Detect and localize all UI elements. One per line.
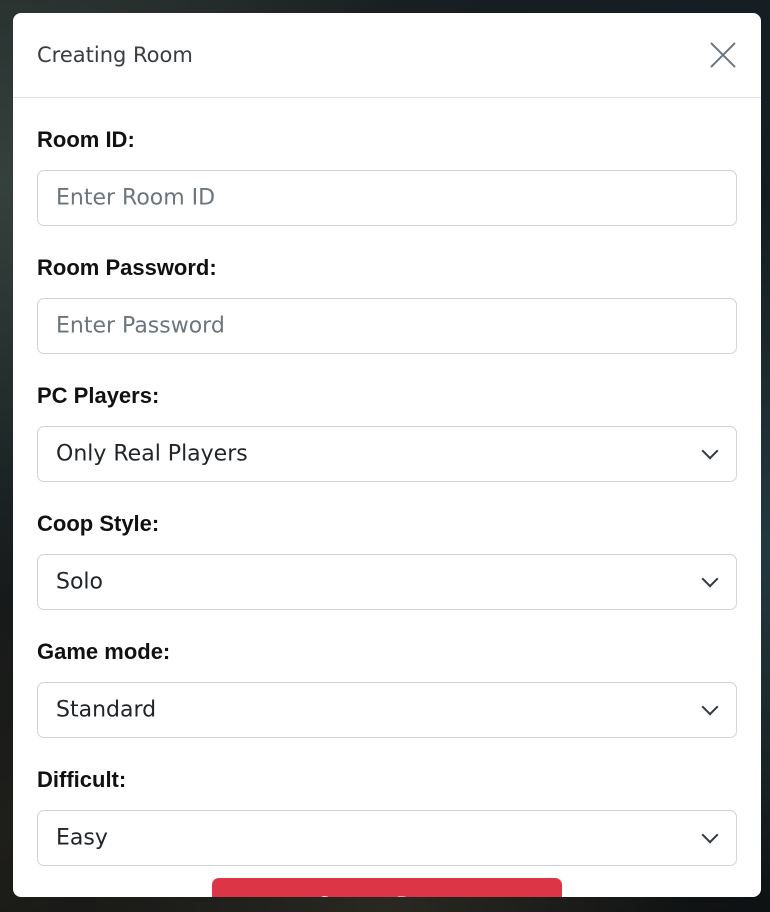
- pc-players-label: PC Players:: [37, 383, 160, 408]
- modal-header: Creating Room: [13, 13, 761, 98]
- create-room-modal: Creating Room Room ID: Enter Room ID Roo…: [13, 13, 761, 897]
- create-room-button[interactable]: Create Room: [212, 878, 562, 897]
- pc-players-select[interactable]: Only Real Players: [37, 426, 737, 482]
- room-id-placeholder: Enter Room ID: [56, 185, 216, 211]
- game-mode-label: Game mode:: [37, 639, 171, 664]
- chevron-down-icon: [701, 698, 719, 716]
- chevron-down-icon: [701, 442, 719, 460]
- room-id-group: Room ID: Enter Room ID: [37, 98, 737, 226]
- room-password-placeholder: Enter Password: [56, 313, 225, 339]
- game-mode-select[interactable]: Standard: [37, 682, 737, 738]
- room-id-label: Room ID:: [37, 127, 135, 152]
- coop-style-label: Coop Style:: [37, 511, 160, 536]
- coop-style-value: Solo: [56, 569, 103, 595]
- difficult-group: Difficult: Easy: [37, 738, 737, 866]
- close-icon[interactable]: [708, 40, 738, 70]
- room-password-group: Room Password: Enter Password: [37, 226, 737, 354]
- coop-style-select[interactable]: Solo: [37, 554, 737, 610]
- pc-players-group: PC Players: Only Real Players: [37, 354, 737, 482]
- game-mode-group: Game mode: Standard: [37, 610, 737, 738]
- actions-row: Create Room: [37, 878, 737, 897]
- difficult-label: Difficult:: [37, 767, 127, 792]
- pc-players-value: Only Real Players: [56, 441, 248, 467]
- chevron-down-icon: [701, 570, 719, 588]
- difficult-select[interactable]: Easy: [37, 810, 737, 866]
- coop-style-group: Coop Style: Solo: [37, 482, 737, 610]
- modal-body: Room ID: Enter Room ID Room Password: En…: [13, 98, 761, 897]
- room-id-input[interactable]: Enter Room ID: [37, 170, 737, 226]
- modal-title: Creating Room: [37, 43, 193, 67]
- room-password-label: Room Password:: [37, 255, 217, 280]
- chevron-down-icon: [701, 826, 719, 844]
- room-password-input[interactable]: Enter Password: [37, 298, 737, 354]
- game-mode-value: Standard: [56, 697, 157, 723]
- difficult-value: Easy: [56, 825, 108, 851]
